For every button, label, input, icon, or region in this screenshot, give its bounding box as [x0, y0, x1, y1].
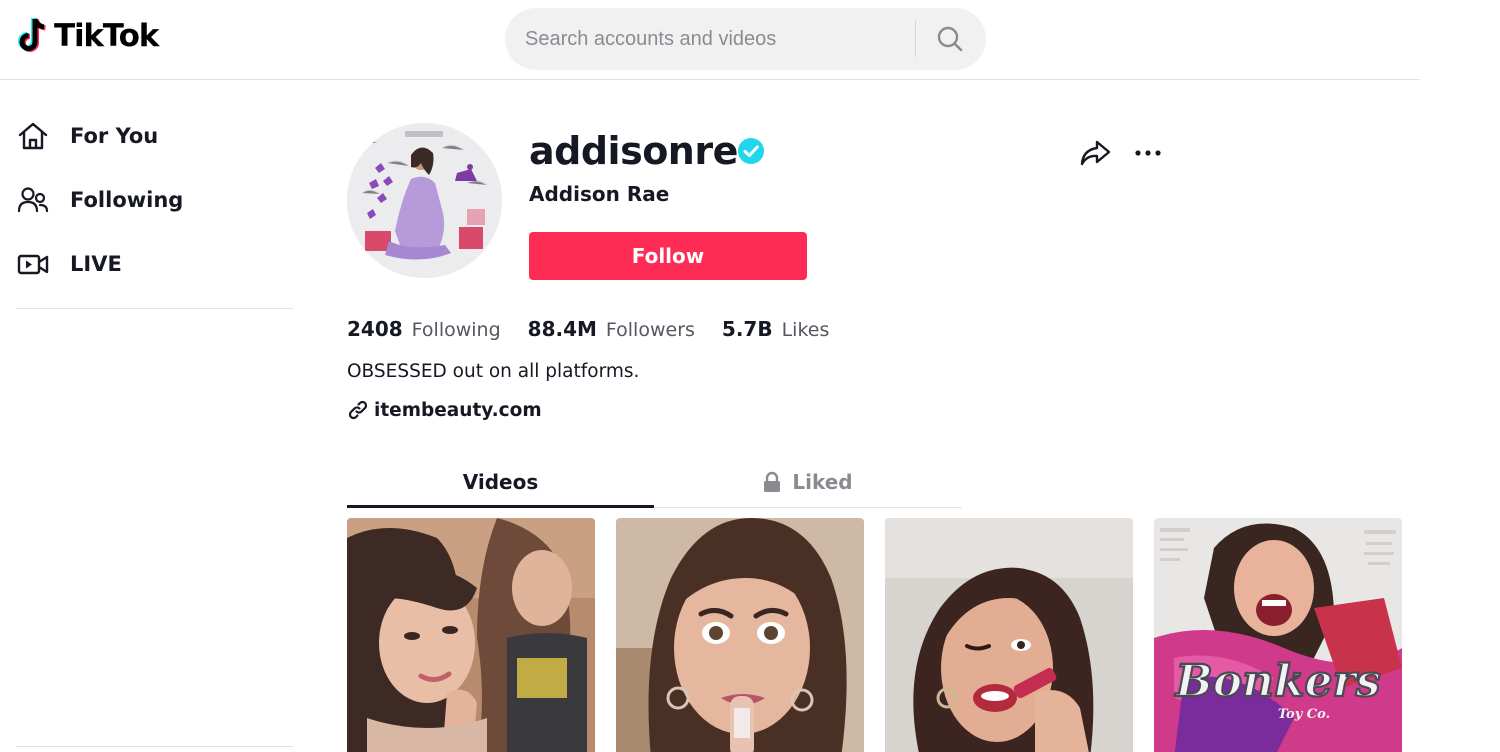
tab-liked[interactable]: Liked: [654, 458, 961, 506]
stat-following[interactable]: 2408 Following: [347, 317, 501, 341]
logo-wordmark: TikTok: [54, 18, 159, 54]
sidebar-item-live[interactable]: LIVE: [16, 240, 286, 288]
stat-likes-label: Likes: [781, 319, 830, 341]
profile-link-text: itembeauty.com: [374, 399, 542, 421]
video-card[interactable]: [885, 518, 1133, 752]
stat-likes: 5.7B Likes: [722, 317, 829, 341]
link-icon: [348, 400, 368, 420]
active-tab-indicator: [347, 505, 654, 508]
avatar-image: [347, 123, 502, 278]
sidebar-item-label: For You: [70, 124, 159, 148]
sidebar: For You Following LIVE: [0, 80, 300, 752]
video-card[interactable]: Bonkers Toy Co.: [1154, 518, 1402, 752]
video-grid: Bonkers Toy Co.: [347, 518, 1407, 752]
sidebar-item-following[interactable]: Following: [16, 176, 286, 224]
lock-icon: [764, 471, 781, 492]
video-card[interactable]: [616, 518, 864, 752]
home-icon: [16, 120, 56, 152]
video-card[interactable]: [347, 518, 595, 752]
sidebar-divider: [16, 308, 293, 309]
tab-videos[interactable]: Videos: [347, 458, 654, 506]
sidebar-divider-bottom: [16, 746, 293, 747]
video-thumbnail: [885, 518, 1133, 752]
stat-followers-count: 88.4M: [527, 317, 597, 341]
avatar: [347, 123, 502, 278]
profile-link[interactable]: itembeauty.com: [347, 397, 542, 423]
sidebar-item-label: Following: [70, 188, 184, 212]
live-camera-icon: [16, 248, 56, 280]
search-icon: [937, 26, 963, 52]
video-thumbnail: Bonkers Toy Co.: [1154, 518, 1402, 752]
share-arrow-icon: [1080, 140, 1111, 166]
stat-followers-label: Followers: [605, 319, 695, 341]
stat-followers[interactable]: 88.4M Followers: [528, 317, 695, 341]
share-button[interactable]: [1078, 136, 1114, 170]
profile-display-name: Addison Rae: [529, 182, 670, 206]
tab-liked-label: Liked: [792, 470, 853, 494]
profile-username: addisonre: [529, 129, 738, 173]
tiktok-logo[interactable]: TikTok: [16, 16, 159, 56]
profile-stats: 2408 Following 88.4M Followers 5.7B Like…: [347, 314, 856, 344]
tab-videos-label: Videos: [462, 470, 539, 494]
search-bar: [505, 8, 986, 70]
more-dots-icon: [1135, 150, 1161, 156]
video-thumbnail: [616, 518, 864, 752]
verified-badge-icon: [738, 138, 764, 164]
video-thumbnail: [347, 518, 595, 752]
sidebar-item-label: LIVE: [70, 252, 122, 276]
sidebar-item-for-you[interactable]: For You: [16, 112, 286, 160]
profile-tabs: Videos Liked: [347, 458, 962, 508]
stat-following-count: 2408: [347, 317, 403, 341]
profile-bio: OBSESSED out on all platforms.: [347, 361, 640, 382]
search-divider: [915, 20, 916, 57]
people-icon: [16, 184, 56, 216]
video-overlay-subtext: Toy Co.: [1278, 707, 1330, 722]
video-overlay-text: Bonkers: [1174, 656, 1381, 707]
stat-following-label: Following: [411, 319, 501, 341]
more-options-button[interactable]: [1131, 138, 1167, 168]
tiktok-logo-icon: [18, 17, 46, 52]
search-input[interactable]: [525, 8, 915, 70]
search-button[interactable]: [927, 18, 973, 60]
stat-likes-count: 5.7B: [721, 317, 773, 341]
top-header: TikTok: [0, 0, 1420, 80]
follow-button[interactable]: Follow: [529, 232, 807, 280]
